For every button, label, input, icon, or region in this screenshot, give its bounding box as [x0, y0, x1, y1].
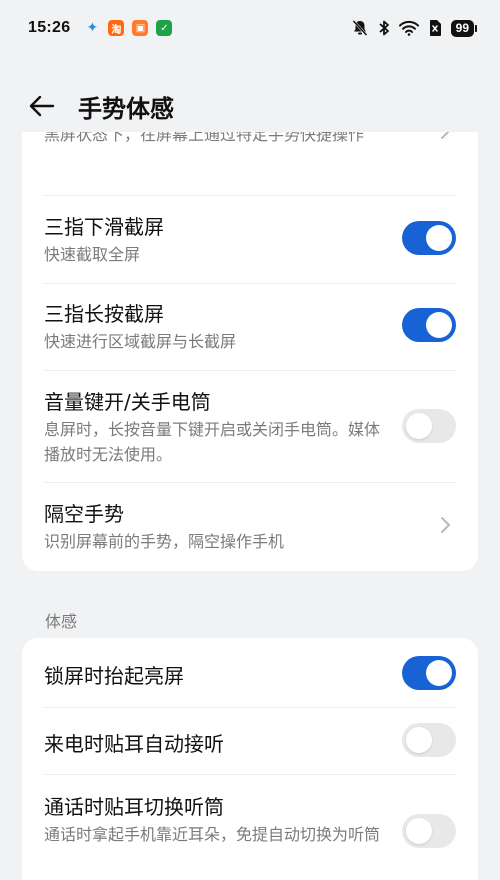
- air-gesture-title: 隔空手势: [44, 502, 124, 526]
- ear-switch-row[interactable]: 通话时贴耳切换听筒 通话时拿起手机靠近耳朵，免提自动切换为听筒: [22, 774, 478, 880]
- page-header: 手势体感: [0, 78, 500, 134]
- three-finger-swipe-subtitle: 快速截取全屏: [44, 245, 141, 264]
- battery-indicator: 99: [450, 19, 478, 37]
- air-gesture-subtitle: 识别屏幕前的手势，隔空操作手机: [44, 532, 285, 551]
- three-finger-swipe-toggle[interactable]: [402, 221, 456, 255]
- toggle-knob: [426, 660, 452, 686]
- ear-switch-subtitle: 通话时拿起手机靠近耳朵，免提自动切换为听筒: [44, 825, 381, 844]
- status-left: 15:26 ✦ 淘 ▣ ✓: [28, 19, 173, 37]
- mute-bell-icon: [351, 19, 369, 37]
- raise-to-wake-title: 锁屏时抬起亮屏: [44, 664, 184, 688]
- volume-flashlight-row[interactable]: 音量键开/关手电筒 息屏时，长按音量下键开启或关闭手电筒。媒体播放时无法使用。: [22, 370, 478, 482]
- screen-off-gesture-row[interactable]: 黑屏状态下，在屏幕上通过特定手势快捷操作: [22, 132, 478, 195]
- raise-to-wake-row[interactable]: 锁屏时抬起亮屏: [22, 638, 478, 707]
- wifi-icon: [398, 20, 419, 36]
- ear-answer-row[interactable]: 来电时贴耳自动接听: [22, 707, 478, 774]
- divider: [44, 707, 456, 708]
- chevron-right-icon: [441, 132, 450, 139]
- toggle-knob: [426, 312, 452, 338]
- page-title: 手势体感: [78, 94, 174, 123]
- section-label-motion: 体感: [45, 612, 78, 631]
- three-finger-swipe-title: 三指下滑截屏: [44, 215, 164, 239]
- back-arrow-icon: [29, 95, 55, 117]
- toggle-knob: [406, 727, 432, 753]
- status-time: 15:26: [28, 19, 71, 36]
- motion-settings-card: 锁屏时抬起亮屏 来电时贴耳自动接听 通话时贴耳切换听筒 通话时拿起手机靠近耳朵，…: [22, 638, 478, 880]
- divider: [44, 283, 456, 284]
- ear-switch-toggle[interactable]: [402, 814, 456, 848]
- chevron-right-icon: [441, 517, 450, 533]
- three-finger-hold-row[interactable]: 三指长按截屏 快速进行区域截屏与长截屏: [22, 283, 478, 370]
- taobao-app-icon: 淘: [108, 20, 125, 36]
- divider: [44, 370, 456, 371]
- screen-off-gesture-subtitle: 黑屏状态下，在屏幕上通过特定手势快捷操作: [44, 132, 365, 144]
- toggle-knob: [426, 225, 452, 251]
- three-finger-swipe-row[interactable]: 三指下滑截屏 快速截取全屏: [22, 195, 478, 283]
- three-finger-hold-subtitle: 快速进行区域截屏与长截屏: [44, 332, 237, 351]
- bird-app-icon: ✦: [86, 20, 99, 36]
- divider: [44, 774, 456, 775]
- air-gesture-row[interactable]: 隔空手势 识别屏幕前的手势，隔空操作手机: [22, 482, 478, 571]
- three-finger-hold-title: 三指长按截屏: [44, 302, 164, 326]
- bluetooth-icon: [378, 19, 390, 37]
- toggle-knob: [406, 413, 432, 439]
- ear-answer-toggle[interactable]: [402, 723, 456, 757]
- settings-scroll-area[interactable]: 黑屏状态下，在屏幕上通过特定手势快捷操作 三指下滑截屏 快速截取全屏 三指长按截…: [0, 132, 500, 880]
- back-button[interactable]: [22, 86, 62, 126]
- volume-flashlight-subtitle: 息屏时，长按音量下键开启或关闭手电筒。媒体播放时无法使用。: [44, 420, 381, 464]
- volume-flashlight-toggle[interactable]: [402, 409, 456, 443]
- no-sim-icon: [428, 19, 442, 37]
- gesture-settings-card: 黑屏状态下，在屏幕上通过特定手势快捷操作 三指下滑截屏 快速截取全屏 三指长按截…: [22, 132, 478, 571]
- status-right: 99: [351, 19, 478, 37]
- ear-switch-title: 通话时贴耳切换听筒: [44, 795, 224, 819]
- three-finger-hold-toggle[interactable]: [402, 308, 456, 342]
- divider: [44, 482, 456, 483]
- divider: [44, 195, 456, 196]
- orange-app-icon: ▣: [132, 20, 149, 36]
- raise-to-wake-toggle[interactable]: [402, 656, 456, 690]
- status-bar: 15:26 ✦ 淘 ▣ ✓ 99: [0, 0, 500, 56]
- volume-flashlight-title: 音量键开/关手电筒: [44, 390, 211, 414]
- ear-answer-title: 来电时贴耳自动接听: [44, 732, 224, 756]
- shield-app-icon: ✓: [156, 20, 173, 36]
- toggle-knob: [406, 818, 432, 844]
